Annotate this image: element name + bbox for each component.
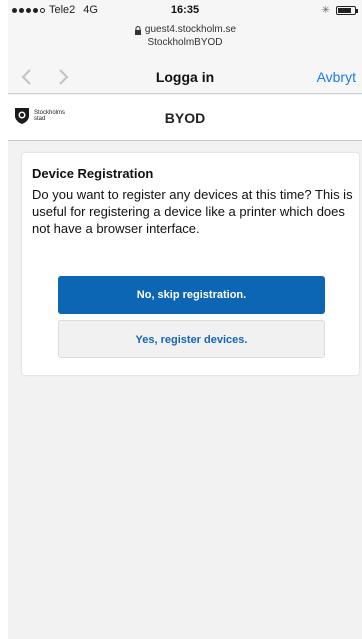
site-title: BYOD <box>164 110 206 126</box>
card-description: Do you want to register any devices at t… <box>32 187 353 236</box>
status-time: 16:35 <box>170 4 200 16</box>
url-text: guest4.stockholm.se <box>144 24 237 35</box>
bluetooth-icon: ✳ <box>321 5 330 16</box>
site-header: Stockholms stad BYOD <box>8 95 362 141</box>
skip-registration-button[interactable]: No, skip registration. <box>58 276 325 314</box>
battery-icon <box>336 6 358 15</box>
lock-icon <box>134 25 142 35</box>
cancel-button[interactable]: Avbryt <box>317 69 356 85</box>
phone-screen: Tele2 4G 16:35 ✳ guest4.stockholm.se Sto… <box>8 0 362 639</box>
url-line: guest4.stockholm.se <box>8 24 362 35</box>
register-devices-button[interactable]: Yes, register devices. <box>58 320 325 358</box>
nav-title: Logga in <box>155 69 215 85</box>
status-bar: Tele2 4G 16:35 ✳ <box>8 0 362 22</box>
status-right: ✳ <box>321 5 358 16</box>
nav-bar: Logga in Avbryt <box>8 60 362 94</box>
device-registration-card: Device Registration Do you want to regis… <box>22 153 359 375</box>
url-area[interactable]: guest4.stockholm.se StockholmBYOD <box>8 22 362 60</box>
card-title: Device Registration <box>32 166 154 181</box>
site-name: StockholmBYOD <box>147 37 223 48</box>
